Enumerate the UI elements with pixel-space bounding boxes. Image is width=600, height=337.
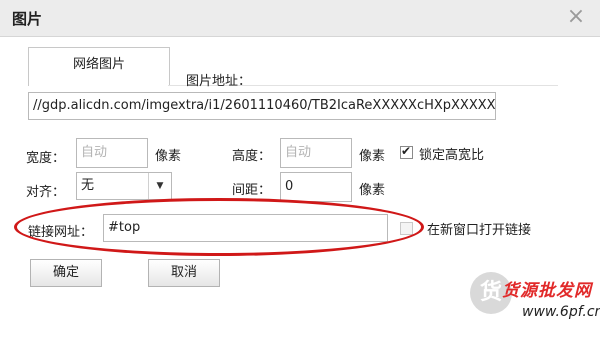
new-window-label: 在新窗口打开链接 (427, 223, 532, 238)
image-dialog: 图片 × 网络图片 图片地址： //gdp.alicdn.com/imgextr… (0, 0, 600, 337)
tab-label: 网络图片 (72, 57, 125, 72)
ok-button[interactable]: 确定 (30, 259, 102, 287)
height-input[interactable]: 自动 (280, 138, 352, 168)
width-unit: 像素 (155, 149, 182, 164)
watermark: 货 货源批发网 www.6pf.cn (470, 270, 600, 330)
link-label: 链接网址： (28, 225, 94, 240)
height-label: 高度： (232, 149, 272, 164)
tab-network-image[interactable]: 网络图片 (28, 47, 170, 86)
image-url-input[interactable]: //gdp.alicdn.com/imgextra/i1/2601110460/… (28, 92, 496, 120)
height-unit: 像素 (359, 149, 386, 164)
align-select[interactable]: 无 ▼ (76, 172, 172, 200)
spacing-label: 间距： (232, 183, 272, 198)
width-label: 宽度： (26, 151, 66, 166)
watermark-url: www.6pf.cn (522, 304, 600, 320)
dropdown-arrow-icon[interactable]: ▼ (148, 173, 171, 199)
cancel-button[interactable]: 取消 (148, 259, 220, 287)
width-input[interactable]: 自动 (76, 138, 148, 168)
dialog-titlebar: 图片 × (0, 0, 600, 37)
image-url-label: 图片地址： (186, 74, 252, 89)
new-window-checkbox[interactable] (400, 222, 413, 235)
lock-ratio-label: 锁定高宽比 (419, 148, 485, 163)
lock-ratio-checkbox[interactable] (400, 144, 413, 159)
close-icon[interactable]: × (564, 5, 588, 29)
link-input[interactable]: #top (103, 214, 388, 242)
spacing-unit: 像素 (359, 183, 386, 198)
align-value: 无 (81, 178, 95, 193)
spacing-input[interactable]: 0 (280, 172, 352, 202)
watermark-text: 货源批发网 (502, 281, 592, 301)
align-label: 对齐： (26, 185, 66, 200)
dialog-title: 图片 (12, 10, 43, 28)
